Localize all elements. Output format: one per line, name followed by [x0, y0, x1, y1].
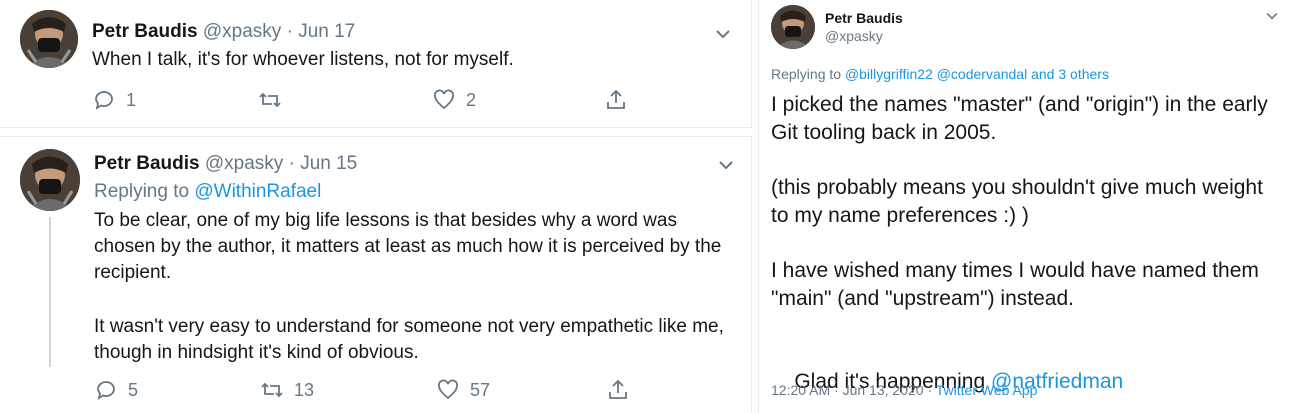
reply-count: 5 — [128, 379, 139, 400]
reply-icon — [97, 381, 115, 400]
like-icon — [434, 89, 454, 110]
like-button[interactable]: 2 — [432, 88, 476, 112]
tweet-text: I have wished many times I would have na… — [771, 259, 1265, 310]
mention-link[interactable]: @billygriffin22 — [845, 66, 933, 82]
separator: · — [286, 21, 293, 42]
avatar[interactable] — [20, 10, 78, 68]
author-handle[interactable]: @xpasky — [825, 28, 883, 44]
reply-button[interactable]: 5 — [94, 378, 138, 402]
tweet-timestamp[interactable]: 12:20 AM · Jun 13, 2020 · — [771, 382, 936, 398]
share-icon — [607, 89, 625, 109]
tweet-text: When I talk, it's for whoever listens, n… — [92, 49, 514, 70]
avatar[interactable] — [771, 5, 815, 49]
chevron-down-icon[interactable] — [713, 24, 733, 44]
tweet-text: I picked the names "master" (and "origin… — [771, 93, 1274, 144]
share-icon — [609, 379, 627, 399]
tweet-text: It wasn't very easy to understand for so… — [94, 316, 730, 363]
tweet-text: (this probably means you shouldn't give … — [771, 176, 1269, 227]
reply-count: 1 — [126, 89, 137, 110]
like-button[interactable]: 57 — [436, 378, 490, 402]
author-name[interactable]: Petr Baudis — [825, 10, 903, 26]
tweet-text: To be clear, one of my big life lessons … — [94, 210, 727, 283]
tweet-card[interactable]: Petr Baudis @xpasky · Jun 17 When I talk… — [0, 0, 752, 128]
retweet-count: 13 — [294, 379, 315, 400]
separator: · — [288, 153, 295, 174]
tweet-date[interactable]: Jun 15 — [300, 153, 357, 174]
like-icon — [438, 379, 458, 400]
chevron-down-icon[interactable] — [1264, 8, 1280, 24]
mention-link[interactable]: @WithinRafael — [194, 181, 321, 202]
retweet-icon — [261, 382, 283, 398]
avatar[interactable] — [20, 149, 80, 211]
retweet-button[interactable] — [258, 88, 292, 112]
author-name[interactable]: Petr Baudis — [92, 21, 198, 42]
author-handle[interactable]: @xpasky — [203, 21, 281, 42]
divider — [0, 128, 760, 136]
tweet-date[interactable]: Jun 17 — [298, 21, 355, 42]
share-button[interactable] — [606, 378, 630, 402]
share-button[interactable] — [604, 88, 628, 112]
replying-to-label: Replying to — [94, 181, 195, 202]
reply-button[interactable]: 1 — [92, 88, 136, 112]
mention-link[interactable]: @codervandal — [937, 66, 1028, 82]
reply-icon — [95, 91, 113, 110]
tweet-detail: Petr Baudis @xpasky Replying to @billygr… — [758, 0, 1292, 413]
retweet-button[interactable]: 13 — [260, 378, 314, 402]
source-link[interactable]: Twitter Web App — [936, 382, 1038, 398]
chevron-down-icon[interactable] — [716, 155, 736, 175]
like-count: 57 — [470, 379, 491, 400]
others-link[interactable]: and 3 others — [1027, 66, 1109, 82]
thread-connector — [49, 217, 51, 367]
author-handle[interactable]: @xpasky — [205, 153, 283, 174]
retweet-icon — [259, 92, 281, 108]
author-name[interactable]: Petr Baudis — [94, 153, 200, 174]
replying-to-label: Replying to — [771, 66, 845, 82]
like-count: 2 — [466, 89, 477, 110]
tweet-card[interactable]: Petr Baudis @xpasky · Jun 15 Replying to… — [0, 136, 752, 413]
